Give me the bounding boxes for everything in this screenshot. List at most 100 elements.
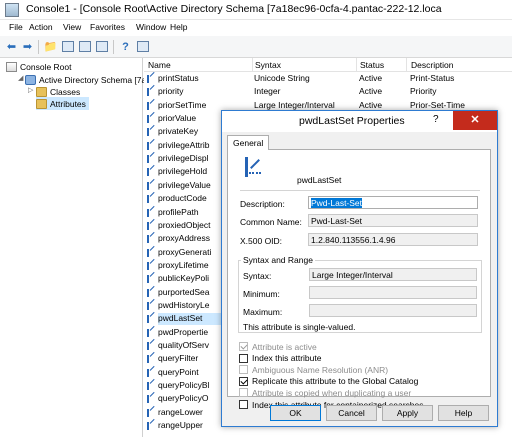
checkbox: [239, 365, 248, 375]
up-folder-icon[interactable]: 📁: [43, 39, 58, 54]
checkbox-label: Replicate this attribute to the Global C…: [252, 376, 419, 387]
maximum-label: Maximum:: [243, 307, 283, 317]
oid-field[interactable]: 1.2.840.113556.1.4.96: [308, 233, 478, 246]
attribute-icon: [147, 221, 157, 231]
option-checkbox-row: Ambiguous Name Resolution (ANR): [239, 364, 388, 375]
minimum-field[interactable]: [309, 286, 477, 299]
list-header: Name Syntax Status Description: [144, 58, 512, 72]
description-value: Pwd-Last-Set: [311, 198, 363, 208]
name-cell: printStatus: [158, 73, 199, 83]
option-checkbox-row: Attribute is copied when duplicating a u…: [239, 387, 411, 398]
tree-item-console-root[interactable]: Console Root: [6, 60, 72, 73]
tree-item-attributes[interactable]: Attributes: [36, 97, 89, 110]
syntax-label: Syntax:: [243, 271, 272, 281]
menu-action[interactable]: Action: [29, 22, 53, 32]
attribute-icon: [147, 354, 157, 364]
menu-view[interactable]: View: [63, 22, 81, 32]
dialog-body: General pwdLastSet Description: Pwd-Last…: [222, 132, 497, 426]
attribute-name: pwdLastSet: [297, 175, 342, 185]
syntax-range-legend: Syntax and Range: [241, 255, 315, 265]
attribute-icon: [245, 155, 263, 177]
menu-bar: File Action View Favorites Window Help: [0, 21, 512, 36]
properties-icon[interactable]: [135, 39, 150, 54]
attribute-icon: [147, 101, 157, 111]
menu-favorites[interactable]: Favorites: [90, 22, 125, 32]
menu-file[interactable]: File: [9, 22, 23, 32]
mmc-app-icon: [5, 3, 19, 17]
close-icon[interactable]: ✕: [453, 111, 497, 130]
name-cell: priority: [158, 86, 184, 97]
column-divider[interactable]: [356, 58, 357, 72]
column-header-name[interactable]: Name: [148, 60, 171, 70]
common-name-field[interactable]: Pwd-Last-Set: [308, 214, 478, 227]
list-item[interactable]: priority Integer Active Priority: [144, 85, 512, 99]
syntax-cell: Unicode String: [254, 73, 310, 83]
checkbox: [239, 388, 248, 398]
attribute-icon: [147, 274, 157, 284]
toolbar-separator: [113, 40, 114, 54]
attribute-icon: [147, 314, 157, 324]
tree-item-label: Console Root: [20, 61, 72, 72]
column-divider[interactable]: [406, 58, 407, 72]
ok-button[interactable]: OK: [270, 405, 321, 421]
tree-pane: Console Root ◢ Active Directory Schema […: [0, 58, 146, 437]
attribute-icon: [147, 141, 157, 151]
attribute-icon: [147, 381, 157, 391]
description-field[interactable]: Pwd-Last-Set: [308, 196, 478, 209]
status-cell: Active: [359, 99, 383, 110]
divider: [240, 190, 480, 191]
attribute-icon: [147, 394, 157, 404]
attribute-icon: [147, 74, 157, 84]
help-icon[interactable]: ?: [433, 114, 439, 125]
menu-help[interactable]: Help: [170, 22, 187, 32]
description-label: Description:: [240, 199, 285, 209]
attribute-icon: [147, 114, 157, 124]
help-button[interactable]: Help: [438, 405, 489, 421]
attribute-icon: [147, 154, 157, 164]
apply-button[interactable]: Apply: [382, 405, 433, 421]
attribute-icon: [147, 167, 157, 177]
help-icon[interactable]: ?: [118, 39, 133, 54]
chevron-right-icon[interactable]: ▷: [28, 86, 33, 94]
attribute-icon: [147, 181, 157, 191]
attribute-icon: [147, 208, 157, 218]
oid-label: X.500 OID:: [240, 236, 283, 246]
option-checkbox-row: Attribute is active: [239, 341, 317, 352]
checkbox-label: Attribute is active: [252, 341, 317, 352]
menu-window[interactable]: Window: [136, 22, 166, 32]
forward-icon[interactable]: ➡: [20, 39, 35, 54]
checkbox-label: Attribute is copied when duplicating a u…: [252, 387, 412, 398]
tab-general[interactable]: General: [227, 135, 270, 150]
attribute-icon: [147, 288, 157, 298]
list-item[interactable]: printStatus Unicode String Active Print-Sta…: [144, 72, 512, 86]
show-hide-tree-icon[interactable]: [60, 39, 75, 54]
description-cell: Prior-Set-Time: [410, 99, 465, 110]
column-header-description[interactable]: Description: [411, 60, 454, 70]
toolbar-separator: [38, 40, 39, 54]
attribute-icon: [147, 408, 157, 418]
checkbox[interactable]: [239, 353, 248, 363]
option-checkbox-row[interactable]: Index this attribute: [239, 353, 321, 364]
toolbar: ⬅ ➡ 📁 ?: [0, 36, 512, 58]
status-cell: Active: [359, 86, 383, 97]
checkbox[interactable]: [239, 400, 248, 409]
column-header-syntax[interactable]: Syntax: [255, 60, 281, 70]
export-list-icon[interactable]: [94, 39, 109, 54]
chevron-down-icon[interactable]: ◢: [18, 74, 23, 82]
cancel-button[interactable]: Cancel: [326, 405, 377, 421]
tree-item-label: Attributes: [50, 98, 86, 109]
attribute-icon: [147, 328, 157, 338]
checkbox[interactable]: [239, 376, 248, 386]
option-checkbox-row[interactable]: Replicate this attribute to the Global C…: [239, 376, 418, 387]
status-cell: Active: [359, 73, 383, 83]
refresh-icon[interactable]: [77, 39, 92, 54]
folder-icon: [36, 86, 47, 97]
back-icon[interactable]: ⬅: [4, 39, 19, 54]
column-divider[interactable]: [252, 58, 253, 72]
console-root-icon: [6, 61, 17, 72]
tree-item-label: Classes: [50, 86, 81, 97]
attribute-icon: [147, 127, 157, 137]
maximum-field[interactable]: [309, 304, 477, 317]
syntax-field[interactable]: Large Integer/Interval: [309, 268, 477, 281]
column-header-status[interactable]: Status: [360, 60, 384, 70]
